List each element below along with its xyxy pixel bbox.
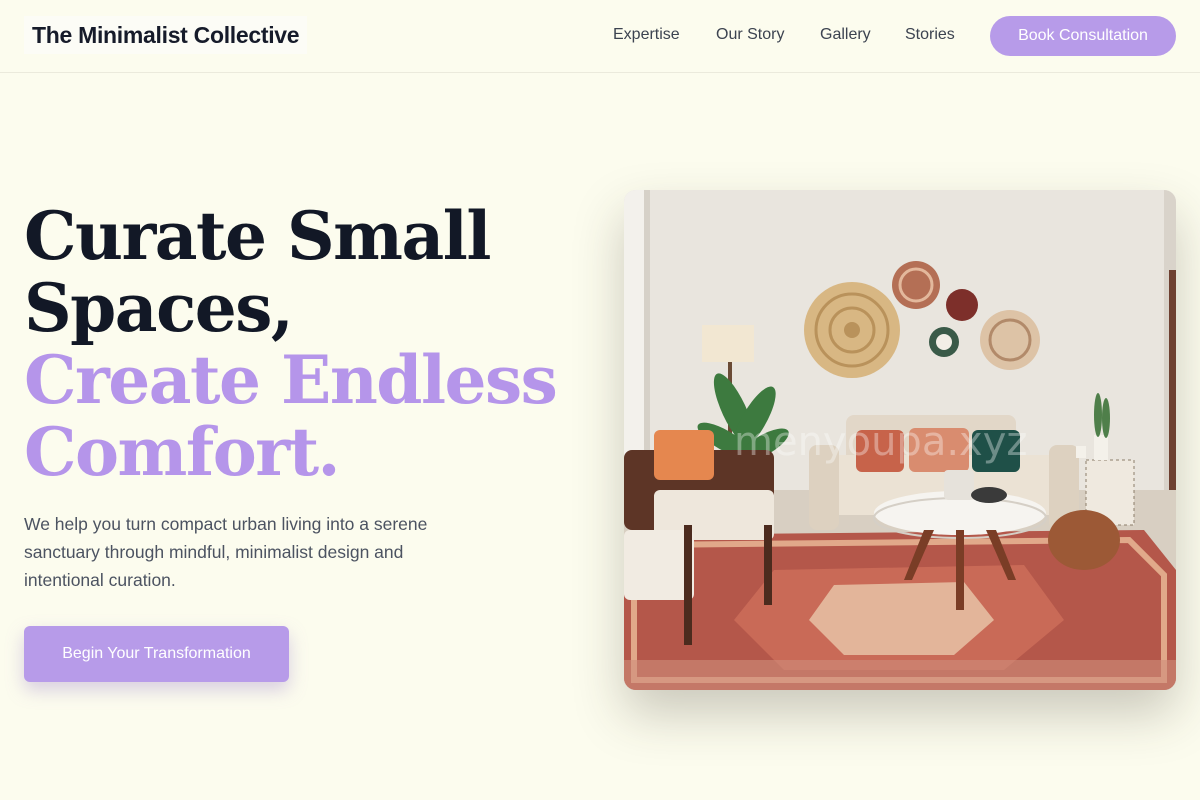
hero-title-accent-line-1: Create Endless (24, 341, 558, 419)
nav-link-expertise[interactable]: Expertise (613, 25, 680, 45)
site-header: The Minimalist Collective Expertise Our … (0, 0, 1200, 73)
nav-link-gallery[interactable]: Gallery (820, 25, 871, 45)
nav-link-our-story[interactable]: Our Story (716, 25, 784, 45)
hero-title-line-1: Curate Small (24, 197, 491, 275)
hero-title-accent-line-2: Comfort. (24, 413, 341, 491)
image-watermark: menyoupa.xyz (734, 419, 1027, 465)
hero-title: Curate Small Spaces, Create Endless Comf… (24, 200, 584, 488)
book-consultation-button[interactable]: Book Consultation (990, 16, 1176, 56)
hero-living-room-image: menyoupa.xyz (624, 190, 1176, 690)
hero-description: We help you turn compact urban living in… (24, 514, 428, 590)
begin-transformation-button[interactable]: Begin Your Transformation (24, 626, 289, 682)
hero-title-line-2: Spaces, (24, 269, 294, 347)
nav-link-stories[interactable]: Stories (905, 25, 955, 45)
